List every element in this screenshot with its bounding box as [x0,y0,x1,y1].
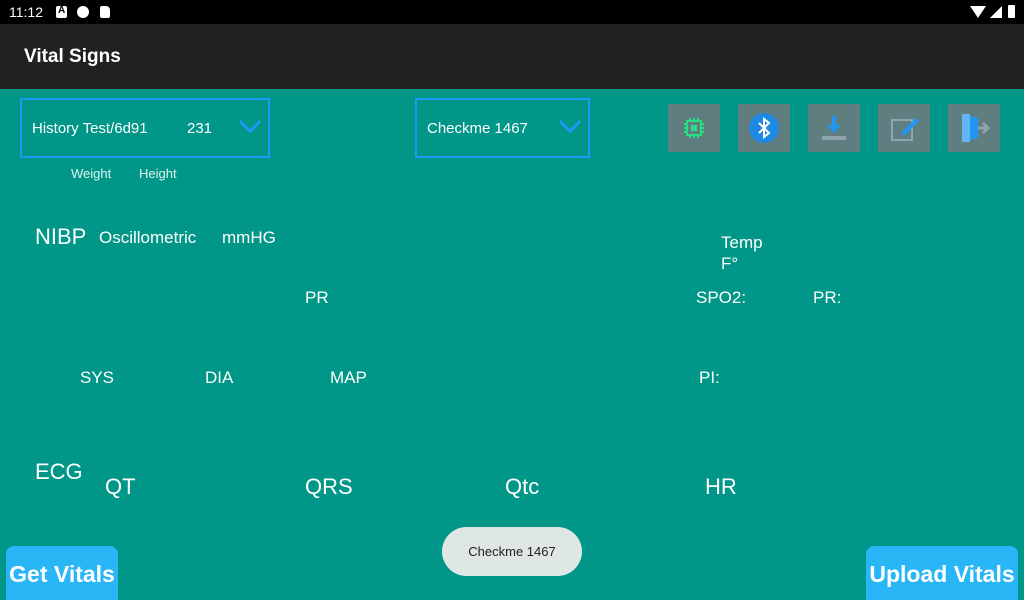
patient-dropdown[interactable]: History Test/6d91 231 [20,98,270,158]
qt-label: QT [105,474,136,499]
patient-name: History Test/6d91 [32,120,148,137]
temp-label: Temp [721,233,763,252]
logout-button[interactable] [948,104,1000,152]
download-icon [822,116,846,140]
bluetooth-icon [749,113,779,143]
device-dropdown[interactable]: Checkme 1467 [415,98,590,158]
ecg-title: ECG [35,459,83,484]
get-vitals-button[interactable]: Get Vitals [6,546,118,600]
device-chip-button[interactable] [668,104,720,152]
battery-icon [1008,5,1015,18]
qtc-label: Qtc [505,474,540,499]
device-name: Checkme 1467 [427,120,528,137]
qrs-label: QRS [305,474,353,499]
notification-a-icon [56,5,67,18]
edit-button[interactable] [878,104,930,152]
nibp-pr-label: PR [305,288,329,307]
temp-unit: F° [721,254,739,273]
patient-id: 231 [187,120,213,137]
toast-message: Checkme 1467 [442,527,582,576]
nibp-method: Oscillometric [99,228,197,247]
spo2-pr-label: PR: [813,288,842,307]
chip-icon [684,118,704,138]
nibp-title: NIBP [35,224,87,249]
map-label: MAP [330,368,367,387]
height-label: Height [139,166,177,181]
download-button[interactable] [808,104,860,152]
status-bar: 11:12 [0,0,1024,24]
hr-label: HR [705,474,737,499]
app-title: Vital Signs [24,46,121,67]
dia-label: DIA [205,368,234,387]
sd-card-icon [100,6,110,18]
weight-label: Weight [71,166,112,181]
signal-icon [990,6,1002,18]
logout-icon [962,114,990,142]
app-bar: Vital Signs [0,24,1024,89]
edit-icon [891,118,919,141]
chevron-down-icon [238,110,262,134]
nibp-unit: mmHG [222,228,276,247]
spo2-label: SPO2: [696,288,747,307]
bluetooth-button[interactable] [738,104,790,152]
status-time: 11:12 [9,4,43,20]
wifi-icon [970,6,986,18]
pi-label: PI: [699,368,720,387]
upload-vitals-button[interactable]: Upload Vitals [866,546,1018,600]
notification-b-icon [77,6,89,18]
sys-label: SYS [80,368,115,387]
chevron-down-icon [558,110,582,134]
